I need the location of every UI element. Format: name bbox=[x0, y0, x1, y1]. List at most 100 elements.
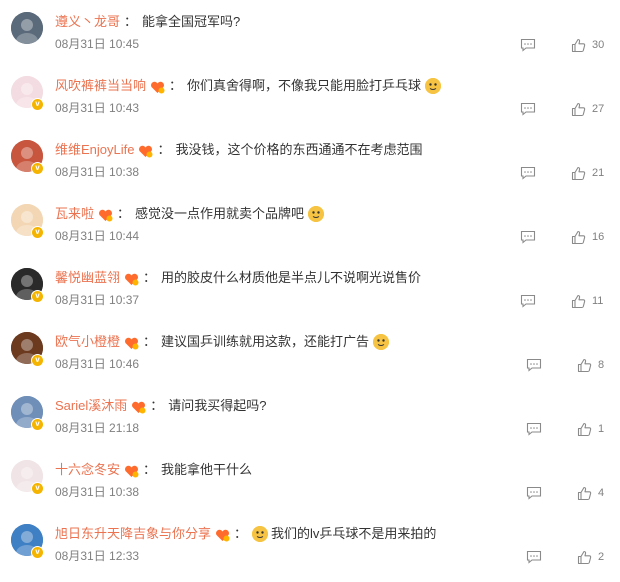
vip-heart-icon bbox=[131, 400, 146, 413]
vip-heart-icon bbox=[138, 144, 153, 157]
colon-separator: ： bbox=[234, 526, 248, 541]
verified-badge-icon: v bbox=[31, 98, 44, 111]
comment-item: v Sariel溪沐雨 ： 请问我买得起吗? 08月31日 21:18 1 bbox=[0, 384, 620, 448]
username-link[interactable]: 馨悦幽蓝翎 bbox=[55, 268, 120, 288]
like-button[interactable]: 16 bbox=[571, 228, 604, 246]
comment-line: 旭日东升天降吉象与你分享 ： 我们的lv乒乓球不是用来拍的 bbox=[55, 524, 436, 544]
colon-separator: ： bbox=[117, 206, 131, 221]
vip-heart-icon bbox=[124, 272, 139, 285]
comment-icon[interactable] bbox=[520, 102, 536, 116]
comment-text: 我们的lv乒乓球不是用来拍的 bbox=[271, 526, 437, 541]
verified-badge-icon: v bbox=[31, 226, 44, 239]
comment-text: 能拿全国冠军吗? bbox=[142, 14, 241, 29]
like-button[interactable]: 1 bbox=[577, 420, 604, 438]
verified-badge-icon: v bbox=[31, 482, 44, 495]
thumbs-up-icon bbox=[577, 358, 592, 373]
like-button[interactable]: 2 bbox=[577, 548, 604, 566]
comment-timestamp: 08月31日 10:46 bbox=[55, 357, 140, 371]
like-count: 1 bbox=[598, 423, 605, 435]
comment-item: v 馨悦幽蓝翎 ： 用的胶皮什么材质他是半点儿不说啊光说售价 08月31日 10:37 1… bbox=[0, 256, 620, 320]
colon-separator: ： bbox=[150, 398, 164, 413]
comment-text: 我没钱，这个价格的东西通通不在考虑范围 bbox=[175, 142, 423, 157]
verified-badge-icon: v bbox=[31, 418, 44, 431]
comment-line: 维维EnjoyLife ： 我没钱，这个价格的东西通通不在考虑范围 bbox=[55, 140, 423, 160]
comment-timestamp: 08月31日 10:37 bbox=[55, 293, 140, 307]
username-link[interactable]: 旭日东升天降吉象与你分享 bbox=[55, 524, 211, 544]
verified-badge-icon: v bbox=[31, 162, 44, 175]
like-count: 16 bbox=[592, 231, 605, 243]
comment-line: Sariel溪沐雨 ： 请问我买得起吗? bbox=[55, 396, 267, 416]
vip-heart-icon bbox=[215, 528, 230, 541]
comment-line: 遵义丶龙哥 ： 能拿全国冠军吗? bbox=[55, 12, 240, 32]
doge-emoji-icon bbox=[252, 526, 269, 542]
comment-line: 风吹裤裤当当响 ： 你们真舍得啊，不像我只能用脸打乒乓球 bbox=[55, 76, 442, 96]
like-count: 4 bbox=[598, 487, 605, 499]
comment-item: v 十六念冬安 ： 我能拿他干什么 08月31日 10:38 4 bbox=[0, 448, 620, 512]
comment-timestamp: 08月31日 21:18 bbox=[55, 421, 140, 435]
doge-emoji-icon bbox=[308, 206, 325, 222]
comment-timestamp: 08月31日 10:38 bbox=[55, 165, 140, 179]
like-count: 11 bbox=[592, 295, 604, 307]
comment-timestamp: 08月31日 10:45 bbox=[55, 37, 140, 51]
colon-separator: ： bbox=[143, 334, 157, 349]
comment-line: 欧气小橙橙 ： 建议国乒训练就用这款，还能打广告 bbox=[55, 332, 390, 352]
comment-text: 你们真舍得啊，不像我只能用脸打乒乓球 bbox=[187, 78, 422, 93]
thumbs-up-icon bbox=[577, 550, 592, 565]
comment-icon[interactable] bbox=[520, 294, 536, 308]
comment-list: 遵义丶龙哥 ： 能拿全国冠军吗? 08月31日 10:45 30 v 风吹裤裤当当响 ： 你们真… bbox=[0, 0, 620, 582]
username-link[interactable]: 瓦来啦 bbox=[55, 204, 94, 224]
vip-heart-icon bbox=[124, 464, 139, 477]
comment-icon[interactable] bbox=[520, 230, 536, 244]
thumbs-up-icon bbox=[571, 230, 586, 245]
vip-heart-icon bbox=[150, 80, 165, 93]
comment-text: 建议国乒训练就用这款，还能打广告 bbox=[161, 334, 370, 349]
like-button[interactable]: 11 bbox=[571, 292, 603, 310]
comment-timestamp: 08月31日 10:43 bbox=[55, 101, 140, 115]
comment-timestamp: 08月31日 10:38 bbox=[55, 485, 140, 499]
like-count: 2 bbox=[598, 551, 605, 563]
comment-text: 用的胶皮什么材质他是半点儿不说啊光说售价 bbox=[161, 270, 422, 285]
comment-icon[interactable] bbox=[526, 550, 542, 564]
like-button[interactable]: 30 bbox=[571, 36, 604, 54]
username-link[interactable]: Sariel溪沐雨 bbox=[55, 396, 127, 416]
colon-separator: ： bbox=[143, 270, 157, 285]
like-button[interactable]: 27 bbox=[571, 100, 604, 118]
comment-line: 馨悦幽蓝翎 ： 用的胶皮什么材质他是半点儿不说啊光说售价 bbox=[55, 268, 421, 288]
vip-heart-icon bbox=[98, 208, 113, 221]
thumbs-up-icon bbox=[577, 422, 592, 437]
comment-timestamp: 08月31日 10:44 bbox=[55, 229, 140, 243]
comment-icon[interactable] bbox=[526, 486, 542, 500]
vip-heart-icon bbox=[124, 336, 139, 349]
username-link[interactable]: 欧气小橙橙 bbox=[55, 332, 120, 352]
verified-badge-icon: v bbox=[31, 546, 44, 559]
like-button[interactable]: 21 bbox=[571, 164, 604, 182]
comment-item: v 瓦来啦 ： 感觉没一点作用就卖个品牌吧 08月31日 10:44 16 bbox=[0, 192, 620, 256]
verified-badge-icon: v bbox=[31, 354, 44, 367]
thumbs-up-icon bbox=[571, 166, 586, 181]
comment-icon[interactable] bbox=[520, 38, 536, 52]
comment-item: v 风吹裤裤当当响 ： 你们真舍得啊，不像我只能用脸打乒乓球 08月31日 10:43 2… bbox=[0, 64, 620, 128]
comment-icon[interactable] bbox=[526, 422, 542, 436]
username-link[interactable]: 遵义丶龙哥 bbox=[55, 12, 120, 32]
thumbs-up-icon bbox=[571, 38, 586, 53]
username-link[interactable]: 十六念冬安 bbox=[55, 460, 120, 480]
like-count: 8 bbox=[598, 359, 605, 371]
colon-separator: ： bbox=[157, 142, 171, 157]
username-link[interactable]: 风吹裤裤当当响 bbox=[55, 76, 146, 96]
like-button[interactable]: 4 bbox=[577, 484, 604, 502]
comment-icon[interactable] bbox=[526, 358, 542, 372]
comment-timestamp: 08月31日 12:33 bbox=[55, 549, 140, 563]
comment-icon[interactable] bbox=[520, 166, 536, 180]
username-link[interactable]: 维维EnjoyLife bbox=[55, 140, 134, 160]
comment-line: 十六念冬安 ： 我能拿他干什么 bbox=[55, 460, 252, 480]
avatar[interactable] bbox=[11, 12, 43, 44]
like-button[interactable]: 8 bbox=[577, 356, 604, 374]
doge-emoji-icon bbox=[425, 78, 442, 94]
colon-separator: ： bbox=[143, 462, 157, 477]
colon-separator: ： bbox=[124, 14, 138, 29]
comment-text: 我能拿他干什么 bbox=[161, 462, 253, 477]
comment-text: 请问我买得起吗? bbox=[168, 398, 267, 413]
thumbs-up-icon bbox=[571, 102, 586, 117]
comment-item: v 欧气小橙橙 ： 建议国乒训练就用这款，还能打广告 08月31日 10:46 8 bbox=[0, 320, 620, 384]
colon-separator: ： bbox=[169, 78, 183, 93]
